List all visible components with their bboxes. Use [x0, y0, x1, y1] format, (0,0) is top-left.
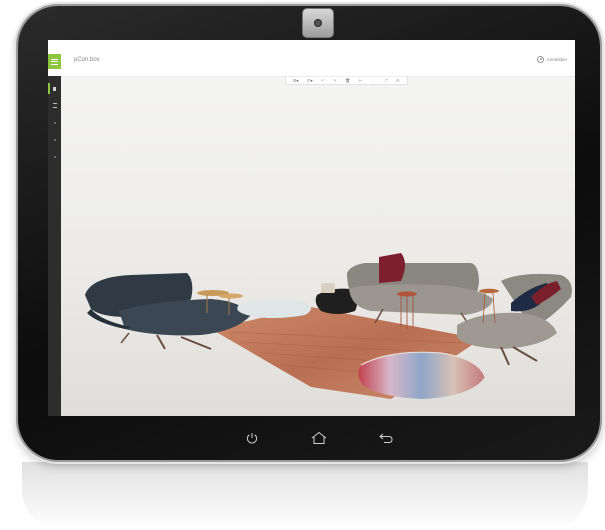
undo-icon[interactable]: ↶: [321, 78, 324, 83]
catalog-icon: [52, 103, 57, 108]
snap-icon[interactable]: ⋮: [371, 78, 375, 83]
tablet-reflection: [22, 462, 588, 530]
layers-icon: [53, 121, 56, 124]
tablet-screen: pCon.box Anmelden ⊞▾ ⊡▾ ↶ ↷ 🗑 ⊢ ⋮ ⤴ ⚙: [48, 40, 575, 416]
sidebar-item-materials[interactable]: [51, 136, 58, 143]
share-icon[interactable]: ⤴: [383, 78, 387, 83]
sidebar-item-catalog[interactable]: [51, 102, 58, 109]
camera-module-icon: [302, 8, 334, 38]
3d-viewport[interactable]: ⊞▾ ⊡▾ ↶ ↷ 🗑 ⊢ ⋮ ⤴ ⚙: [61, 77, 575, 416]
camera-icon[interactable]: ⊡▾: [307, 78, 312, 83]
app-title: pCon.box: [74, 57, 100, 63]
home-button[interactable]: [307, 426, 331, 450]
user-login[interactable]: Anmelden: [536, 56, 567, 63]
measure-icon[interactable]: ⊢: [359, 78, 362, 83]
back-button[interactable]: [374, 426, 398, 450]
viewport-toolbar: ⊞▾ ⊡▾ ↶ ↷ 🗑 ⊢ ⋮ ⤴ ⚙: [285, 77, 408, 85]
menu-button[interactable]: [48, 54, 61, 69]
home-icon: [311, 431, 327, 444]
floor-cushion[interactable]: [237, 299, 312, 318]
back-icon: [379, 433, 393, 443]
furniture-scene: [61, 247, 575, 416]
view-icon[interactable]: ⊞▾: [293, 78, 298, 83]
power-button[interactable]: [240, 426, 264, 450]
hamburger-icon: [51, 58, 58, 65]
redo-icon[interactable]: ↷: [333, 78, 336, 83]
sidebar: [48, 76, 61, 416]
settings-icon[interactable]: ⚙: [396, 78, 400, 83]
app-header: pCon.box Anmelden: [48, 40, 575, 77]
sidebar-item-insert[interactable]: [48, 83, 58, 94]
tablet-device: pCon.box Anmelden ⊞▾ ⊡▾ ↶ ↷ 🗑 ⊢ ⋮ ⤴ ⚙: [18, 6, 600, 460]
camera-lens-icon: [314, 19, 322, 27]
sidebar-item-export[interactable]: [51, 153, 58, 160]
power-icon: [246, 433, 258, 444]
export-icon: [53, 155, 56, 158]
materials-icon: [53, 138, 56, 141]
user-name: Anmelden: [546, 57, 567, 62]
insert-icon: [53, 86, 56, 91]
user-icon: [536, 56, 544, 63]
device-nav-bar: [18, 422, 600, 456]
sidebar-item-layers[interactable]: [51, 119, 58, 126]
delete-icon[interactable]: 🗑: [345, 78, 350, 83]
